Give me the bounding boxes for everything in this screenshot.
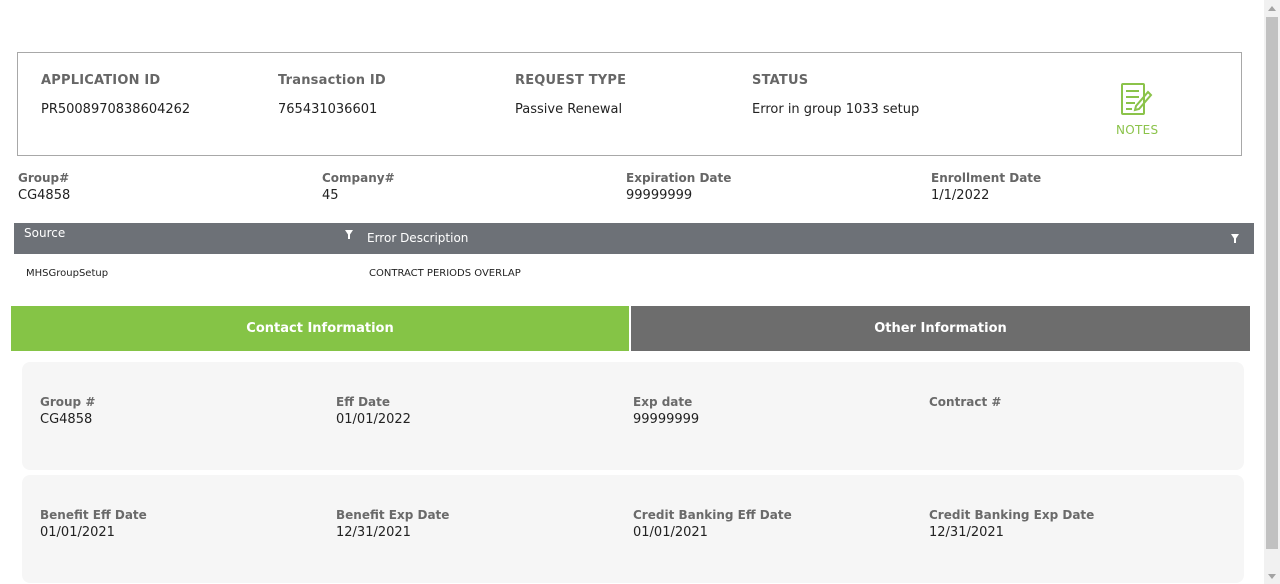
- panel-group-value: CG4858: [40, 412, 93, 427]
- group-number-block: Group# CG4858: [18, 171, 70, 203]
- eff-date-label: Eff Date: [336, 395, 391, 409]
- group-number-value: CG4858: [18, 188, 71, 203]
- table-row[interactable]: MHSGroupSetup CONTRACT PERIODS OVERLAP: [14, 254, 1254, 294]
- status-block: STATUS Error in group 1033 setup: [752, 73, 919, 117]
- credit-banking-exp-block: Credit Banking Exp Date 12/31/2021: [929, 508, 1094, 540]
- column-header-source[interactable]: Source: [24, 226, 65, 240]
- company-number-label: Company#: [322, 171, 395, 185]
- scroll-down-arrow-icon[interactable]: [1264, 568, 1280, 584]
- credit-banking-exp-label: Credit Banking Exp Date: [929, 508, 1095, 522]
- expiration-date-value: 99999999: [626, 188, 693, 203]
- filter-icon[interactable]: [1231, 234, 1239, 243]
- status-label: STATUS: [752, 73, 809, 88]
- request-type-block: REQUEST TYPE Passive Renewal: [515, 73, 626, 117]
- credit-banking-eff-value: 01/01/2021: [633, 525, 708, 540]
- column-header-error-description[interactable]: Error Description: [367, 231, 468, 245]
- tab-label: Contact Information: [246, 321, 394, 336]
- transaction-id-label: Transaction ID: [278, 73, 386, 88]
- exp-date-value: 99999999: [633, 412, 700, 427]
- exp-date-label: Exp date: [633, 395, 693, 409]
- benefit-exp-label: Benefit Exp Date: [336, 508, 450, 522]
- eff-date-value: 01/01/2022: [336, 412, 411, 427]
- page: APPLICATION ID PR5008970838604262 Transa…: [0, 0, 1264, 584]
- request-type-value: Passive Renewal: [515, 102, 623, 117]
- vertical-scrollbar[interactable]: [1264, 0, 1280, 584]
- benefit-exp-block: Benefit Exp Date 12/31/2021: [336, 508, 449, 540]
- credit-banking-eff-block: Credit Banking Eff Date 01/01/2021: [633, 508, 792, 540]
- credit-banking-eff-label: Credit Banking Eff Date: [633, 508, 792, 522]
- notes-document-pencil-icon: [1119, 83, 1153, 121]
- transaction-id-block: Transaction ID 765431036601: [278, 73, 386, 117]
- notes-label: NOTES: [1116, 123, 1159, 137]
- contact-info-panel: Group # CG4858 Eff Date 01/01/2022 Exp d…: [22, 362, 1244, 470]
- credit-banking-exp-value: 12/31/2021: [929, 525, 1004, 540]
- status-value: Error in group 1033 setup: [752, 102, 920, 117]
- panel-group-label: Group #: [40, 395, 96, 409]
- tab-label: Other Information: [874, 321, 1007, 336]
- expiration-date-block: Expiration Date 99999999: [626, 171, 731, 203]
- enrollment-date-label: Enrollment Date: [931, 171, 1042, 185]
- enrollment-date-value: 1/1/2022: [931, 188, 990, 203]
- transaction-id-value: 765431036601: [278, 102, 378, 117]
- request-type-label: REQUEST TYPE: [515, 73, 627, 88]
- benefit-eff-value: 01/01/2021: [40, 525, 115, 540]
- tab-contact-information[interactable]: Contact Information: [11, 306, 629, 351]
- enrollment-date-block: Enrollment Date 1/1/2022: [931, 171, 1041, 203]
- summary-box: APPLICATION ID PR5008970838604262 Transa…: [17, 52, 1242, 156]
- benefit-eff-label: Benefit Eff Date: [40, 508, 147, 522]
- tab-other-information[interactable]: Other Information: [631, 306, 1250, 351]
- application-id-value: PR5008970838604262: [41, 102, 191, 117]
- scroll-up-arrow-icon[interactable]: [1264, 0, 1280, 16]
- notes-button[interactable]: NOTES: [1116, 83, 1159, 137]
- filter-icon[interactable]: [345, 230, 353, 239]
- benefit-dates-panel: Benefit Eff Date 01/01/2021 Benefit Exp …: [22, 475, 1244, 583]
- contract-block: Contract #: [929, 395, 1001, 412]
- cell-source: MHSGroupSetup: [26, 268, 109, 279]
- group-number-label: Group#: [18, 171, 70, 185]
- cell-error-description: CONTRACT PERIODS OVERLAP: [369, 268, 521, 279]
- application-id-label: APPLICATION ID: [41, 73, 161, 88]
- scrollbar-thumb[interactable]: [1266, 17, 1278, 549]
- benefit-exp-value: 12/31/2021: [336, 525, 411, 540]
- benefit-eff-block: Benefit Eff Date 01/01/2021: [40, 508, 147, 540]
- company-number-value: 45: [322, 188, 339, 203]
- panel-group-block: Group # CG4858: [40, 395, 95, 427]
- error-grid-header: Source Error Description: [14, 223, 1254, 254]
- exp-date-block: Exp date 99999999: [633, 395, 699, 427]
- expiration-date-label: Expiration Date: [626, 171, 732, 185]
- application-id-block: APPLICATION ID PR5008970838604262: [41, 73, 190, 117]
- contract-label: Contract #: [929, 395, 1002, 409]
- eff-date-block: Eff Date 01/01/2022: [336, 395, 411, 427]
- company-number-block: Company# 45: [322, 171, 395, 203]
